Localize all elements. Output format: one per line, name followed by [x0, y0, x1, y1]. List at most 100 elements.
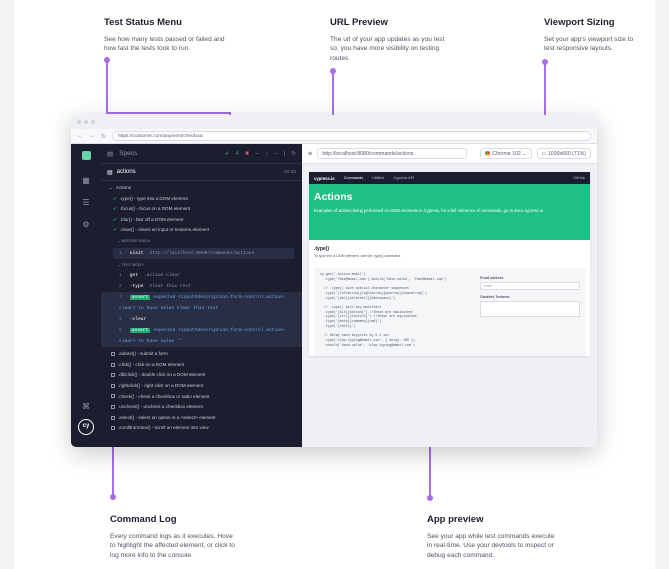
- test-pending[interactable]: .submit() - submit a form: [101, 349, 302, 360]
- specs-list-icon[interactable]: ☰: [81, 198, 91, 208]
- app-preview-area: ⊕ http://localhost:8080/commands/actions…: [302, 144, 597, 447]
- aut-url[interactable]: http://localhost:8080/commands/actions: [317, 148, 468, 159]
- passed-count: 4: [235, 150, 239, 157]
- browser-window: ← → ↻ https://customer.com/payment/check…: [71, 115, 597, 447]
- command-row[interactable]: 1 get .action-clear: [101, 270, 302, 281]
- address-bar[interactable]: https://customer.com/payment/checkout: [112, 131, 591, 141]
- viewport-icon: ▭: [541, 151, 547, 157]
- test-pending[interactable]: .click() - click on a DOM element: [101, 360, 302, 371]
- check-icon: ✔: [113, 195, 117, 201]
- test-body-commands: 1 get .action-clear 2 -type Clear this text 3 a…: [101, 270, 302, 348]
- callout-text: See how many tests passed or failed and …: [104, 36, 225, 53]
- test-passed[interactable]: ✔ .focus() - focus on a DOM element: [101, 204, 302, 215]
- app-nav-item[interactable]: Utilities: [372, 176, 384, 180]
- hook-test-body[interactable]: ⌄ TEST BODY: [101, 260, 302, 271]
- email-label: Email address: [480, 276, 504, 280]
- check-icon: ✔: [113, 206, 117, 212]
- separator: |: [283, 150, 286, 157]
- specs-toggle-icon[interactable]: ▤: [107, 150, 113, 158]
- aut-header: ⊕ http://localhost:8080/commands/actions…: [302, 144, 597, 164]
- reload-icon[interactable]: ↻: [101, 133, 106, 140]
- command-visit[interactable]: 1 visit http://localhost:8080/commands/act…: [113, 247, 294, 259]
- command-row[interactable]: 2 -type Clear this text: [101, 281, 302, 292]
- pending-icon: [111, 362, 115, 367]
- callout-title: Test Status Menu: [104, 17, 182, 28]
- app-hero: Actions Examples of actions being perfor…: [309, 184, 590, 240]
- test-passed[interactable]: ✔ .clear() - clears an input or textarea …: [101, 225, 302, 236]
- connector-dot: [110, 494, 116, 500]
- calendar-icon[interactable]: ▦: [81, 176, 91, 186]
- callout-title: Viewport Sizing: [544, 17, 615, 28]
- test-passed[interactable]: ✔ .blur() - blur off a DOM element: [101, 215, 302, 226]
- specs-label[interactable]: Specs: [119, 150, 137, 157]
- section-desc: To type into a DOM element, use the .typ…: [314, 254, 402, 258]
- test-pending[interactable]: .rightclick() - right click on a DOM ele…: [101, 381, 302, 392]
- app-nav-github[interactable]: GitHub: [573, 176, 585, 180]
- failed-count: --: [255, 150, 259, 157]
- connector-line: [106, 60, 108, 114]
- pending-icon: [111, 404, 115, 409]
- chevron-down-icon: ⌄: [109, 185, 113, 190]
- test-pending[interactable]: .dblclick() - double click on a DOM elem…: [101, 370, 302, 381]
- cypress-logo-icon: cy: [78, 419, 94, 435]
- spec-file-name[interactable]: actions: [117, 169, 136, 175]
- callout-text: Set your app's viewport size to test res…: [544, 36, 634, 53]
- window-control[interactable]: [91, 120, 95, 124]
- file-icon: ▤: [107, 169, 113, 176]
- browser-toolbar: ← → ↻ https://customer.com/payment/check…: [71, 129, 597, 144]
- connector-dot: [427, 495, 433, 501]
- pending-icon: [111, 351, 115, 356]
- pending-icon: [111, 426, 115, 431]
- test-pending[interactable]: .select() - select an option in a <selec…: [101, 413, 302, 424]
- test-pending[interactable]: .scrollIntoView() - scroll an element in…: [101, 423, 302, 434]
- sidebar: ▦ ☰ ⚙ ⌘ cy: [71, 144, 101, 447]
- app-navbar: cypress.io Commands Utilities Cypress AP…: [309, 172, 590, 184]
- suite-title[interactable]: ⌄ Actions: [101, 183, 302, 194]
- disabled-textarea: [480, 301, 580, 317]
- keyboard-shortcuts-icon[interactable]: ⌘: [81, 402, 91, 412]
- example-form: Email address email Disabled Textarea: [474, 268, 586, 356]
- app-intro: Examples of actions being performed on D…: [314, 208, 544, 213]
- callout-app-preview: App preview See your app while test comm…: [427, 514, 559, 560]
- viewport-size[interactable]: ▭ 1000x660 (71%): [536, 148, 591, 159]
- callout-text: Every command logs as it executes. Hove …: [110, 533, 235, 559]
- project-logo-icon[interactable]: [82, 151, 91, 160]
- settings-icon[interactable]: ⚙: [81, 220, 91, 230]
- reporter-header: ▤ Specs ✔ 4 ✖ -- ◌ -- | ↻: [101, 144, 302, 164]
- back-icon[interactable]: ←: [77, 133, 83, 139]
- command-log: ▤ Specs ✔ 4 ✖ -- ◌ -- | ↻ ▤ actions 00:0…: [101, 144, 302, 447]
- rerun-icon[interactable]: ↻: [291, 151, 296, 157]
- app-section: .type() To type into a DOM element, use …: [309, 240, 590, 264]
- browser-selector[interactable]: Chrome 102 ⌄: [480, 148, 532, 159]
- app-nav-item[interactable]: Cypress API: [393, 176, 414, 180]
- code-example: cy.get('.action-email') .type('fake@emai…: [314, 268, 476, 356]
- app-brand[interactable]: cypress.io: [314, 176, 335, 181]
- callout-title: App preview: [427, 514, 484, 525]
- window-control[interactable]: [84, 120, 88, 124]
- forward-icon[interactable]: →: [89, 133, 95, 139]
- test-passed[interactable]: ✔ .type() - type into a DOM element: [101, 194, 302, 205]
- pending-count: --: [274, 150, 278, 157]
- command-row[interactable]: 5 assert expected <input#description.form-…: [101, 325, 302, 348]
- cypress-app: ▦ ☰ ⚙ ⌘ cy ▤ Specs ✔ 4 ✖ -- ◌ -- | ↻ ▤ a…: [71, 144, 597, 447]
- passed-tests: ✔ .type() - type into a DOM element ✔ .focu…: [101, 194, 302, 236]
- test-pending[interactable]: .check() - check a checkbox or radio ele…: [101, 392, 302, 403]
- callout-title: URL Preview: [330, 17, 388, 28]
- callout-viewport: Viewport Sizing Set your app's viewport …: [544, 17, 644, 54]
- disabled-textarea-label: Disabled Textarea: [480, 295, 510, 299]
- window-control[interactable]: [77, 120, 81, 124]
- pending-icon: [111, 373, 115, 378]
- email-input[interactable]: email: [480, 282, 580, 290]
- pending-icon: [111, 394, 115, 399]
- check-icon: ✔: [113, 216, 117, 222]
- app-nav-item[interactable]: Commands: [344, 176, 363, 180]
- test-status-menu: ✔ 4 ✖ -- ◌ -- | ↻: [225, 151, 296, 157]
- connector-line: [112, 443, 114, 495]
- selector-playground-icon[interactable]: ⊕: [308, 151, 312, 157]
- command-row[interactable]: 4 -clear: [101, 314, 302, 326]
- command-row[interactable]: 3 assert expected <input#description.form-…: [101, 292, 302, 315]
- app-under-test: cypress.io Commands Utilities Cypress AP…: [309, 172, 590, 356]
- test-pending[interactable]: .uncheck() - uncheck a checkbox element: [101, 402, 302, 413]
- spec-duration: 00:05: [283, 169, 296, 175]
- hook-before-each[interactable]: ⌄ BEFORE EACH: [101, 236, 302, 247]
